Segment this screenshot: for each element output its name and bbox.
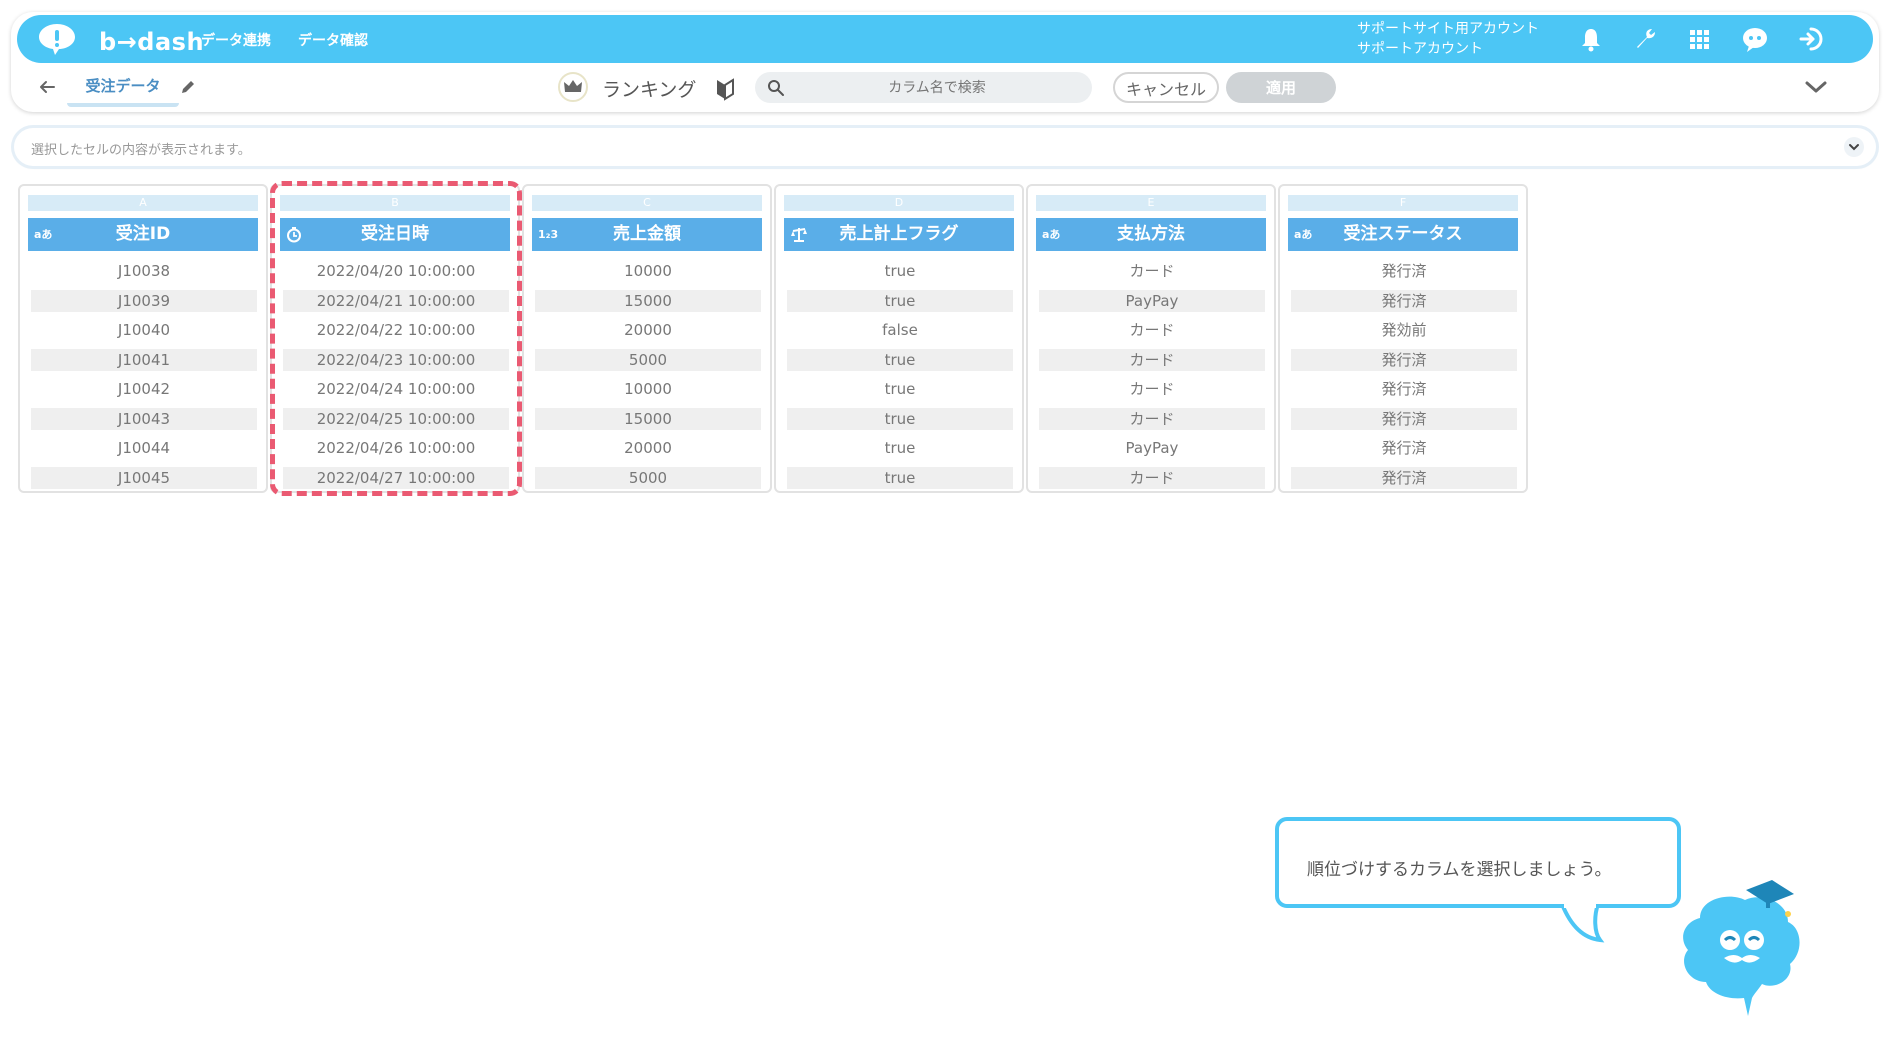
top-header: b→dash データ連携 データ確認 サポートサイト用アカウント サポートアカウ…: [17, 15, 1873, 63]
dataset-title[interactable]: 受注データ: [67, 75, 179, 107]
table-cell[interactable]: 発行済: [1291, 407, 1517, 430]
wrench-icon[interactable]: [1631, 25, 1659, 53]
text-type-icon: a‎あ: [34, 228, 53, 241]
table-cell[interactable]: J10044: [31, 437, 257, 459]
table-cell[interactable]: 10000: [535, 378, 761, 400]
table-cell[interactable]: 5000: [535, 348, 761, 371]
table-cell[interactable]: カード: [1039, 466, 1265, 489]
back-arrow-icon[interactable]: [38, 78, 56, 96]
cell-content-text: 選択したセルの内容が表示されます。: [31, 143, 251, 158]
table-cell[interactable]: 発行済: [1291, 437, 1517, 459]
table-cell[interactable]: 10000: [535, 260, 761, 282]
account-user-name: サポートアカウント: [1357, 41, 1483, 57]
table-cell[interactable]: J10038: [31, 260, 257, 282]
table-cell[interactable]: J10039: [31, 289, 257, 312]
table-cell[interactable]: true: [787, 260, 1013, 282]
table-cell[interactable]: カード: [1039, 260, 1265, 282]
beginner-mark-icon[interactable]: [714, 77, 736, 101]
bubble-tail: [1560, 904, 1605, 943]
text-type-icon: a‎あ: [1294, 228, 1313, 241]
column-d[interactable]: D 売上計上フラグ true true false true true true true tru…: [774, 184, 1024, 493]
column-letter: A: [28, 195, 258, 211]
column-name: 売上金額: [613, 224, 681, 244]
column-name: 受注ステータス: [1343, 224, 1463, 244]
table-cell[interactable]: 発行済: [1291, 348, 1517, 371]
expand-chevron-icon[interactable]: [1844, 137, 1864, 157]
table-cell[interactable]: 15000: [535, 289, 761, 312]
column-letter: D: [784, 195, 1014, 211]
table-cell[interactable]: 発行済: [1291, 466, 1517, 489]
table-cell[interactable]: 発効前: [1291, 319, 1517, 341]
table-cell[interactable]: J10045: [31, 466, 257, 489]
table-cell[interactable]: true: [787, 348, 1013, 371]
table-cell[interactable]: 20000: [535, 437, 761, 459]
column-name: 受注ID: [115, 224, 171, 244]
table-cell[interactable]: カード: [1039, 319, 1265, 341]
table-cell[interactable]: 発行済: [1291, 289, 1517, 312]
column-letter: C: [532, 195, 762, 211]
column-name: 支払方法: [1117, 224, 1185, 244]
table-cell[interactable]: 発行済: [1291, 378, 1517, 400]
column-e[interactable]: Ea‎あ 支払方法 カード PayPay カード カード カード カード PayPay カード: [1026, 184, 1276, 493]
table-cell[interactable]: true: [787, 437, 1013, 459]
column-letter: E: [1036, 195, 1266, 211]
column-header[interactable]: 1₂3 売上金額: [532, 218, 762, 251]
column-c[interactable]: C 1₂3 売上金額 10000 15000 20000 5000 10000 15000 200…: [522, 184, 772, 493]
account-site-name: サポートサイト用アカウント: [1357, 21, 1539, 37]
cancel-button[interactable]: キャンセル: [1113, 72, 1219, 103]
text-type-icon: a‎あ: [1042, 228, 1061, 241]
table-cell[interactable]: 発行済: [1291, 260, 1517, 282]
table-cell[interactable]: true: [787, 378, 1013, 400]
column-name: 売上計上フラグ: [839, 224, 959, 244]
table-cell[interactable]: J10042: [31, 378, 257, 400]
logo-bubble-icon: [39, 24, 75, 55]
table-cell[interactable]: true: [787, 466, 1013, 489]
column-header[interactable]: a‎あ 受注ステータス: [1288, 218, 1518, 251]
table-cell[interactable]: false: [787, 319, 1013, 341]
table-cell[interactable]: true: [787, 407, 1013, 430]
logo-text: b→dash: [99, 28, 205, 56]
chevron-down-icon[interactable]: [1804, 78, 1828, 96]
table-cell[interactable]: J10040: [31, 319, 257, 341]
highlight-dashed-frame: [270, 181, 522, 496]
scale-type-icon: [790, 226, 808, 243]
grid-icon[interactable]: [1685, 25, 1713, 53]
number-type-icon: 1₂3: [538, 228, 559, 241]
table-cell[interactable]: 5000: [535, 466, 761, 489]
guide-message: 順位づけするカラムを選択しましょう。: [1307, 860, 1612, 880]
table-cell[interactable]: PayPay: [1039, 289, 1265, 312]
column-letter: F: [1288, 195, 1518, 211]
table-cell[interactable]: カード: [1039, 348, 1265, 371]
nav-data-integration[interactable]: データ連携: [201, 30, 271, 50]
mascot-character-icon: [1683, 880, 1800, 1016]
crown-icon: [558, 72, 588, 102]
search-input[interactable]: [795, 76, 1079, 100]
table-cell[interactable]: true: [787, 289, 1013, 312]
column-f[interactable]: Fa‎あ 受注ステータス 発行済 発行済 発効前 発行済 発行済 発行済 発行済 発行済: [1278, 184, 1528, 493]
column-search[interactable]: [755, 72, 1092, 103]
column-header[interactable]: a‎あ 支払方法: [1036, 218, 1266, 251]
cell-content-bar[interactable]: 選択したセルの内容が表示されます。: [14, 128, 1876, 166]
bdash-logo[interactable]: b→dash: [37, 22, 204, 56]
table-cell[interactable]: J10041: [31, 348, 257, 371]
bell-icon[interactable]: [1577, 25, 1605, 53]
table-cell[interactable]: 15000: [535, 407, 761, 430]
table-cell[interactable]: 20000: [535, 319, 761, 341]
logout-icon[interactable]: [1797, 25, 1825, 53]
search-icon: [768, 80, 784, 96]
chat-icon[interactable]: [1741, 25, 1769, 53]
mode-label: ランキング: [602, 79, 697, 101]
apply-button[interactable]: 適用: [1226, 72, 1336, 103]
column-header[interactable]: 売上計上フラグ: [784, 218, 1014, 251]
table-cell[interactable]: カード: [1039, 378, 1265, 400]
column-header[interactable]: a‎あ 受注ID: [28, 218, 258, 251]
table-cell[interactable]: PayPay: [1039, 437, 1265, 459]
column-a[interactable]: Aa‎あ 受注ID J10038 J10039 J10040 J10041 J10042 J1…: [18, 184, 268, 493]
guide-speech-bubble: 順位づけするカラムを選択しましょう。: [1275, 817, 1681, 908]
table-cell[interactable]: カード: [1039, 407, 1265, 430]
edit-pencil-icon[interactable]: [180, 79, 196, 95]
nav-data-confirm[interactable]: データ確認: [298, 30, 368, 50]
table-cell[interactable]: J10043: [31, 407, 257, 430]
account-info[interactable]: サポートサイト用アカウント サポートアカウント: [1357, 19, 1539, 59]
